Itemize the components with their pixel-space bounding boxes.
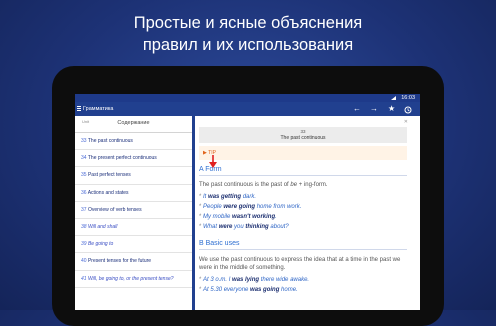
toc-list: 33 The past continuous 34 The present per… xyxy=(75,133,192,288)
toc-item-label: Overview of verb tenses xyxy=(87,206,142,213)
example-sentence: * At 5.30 everyone was going home. xyxy=(199,287,298,293)
toc-item[interactable]: 33 The past continuous xyxy=(75,133,192,151)
toc-item-label: The past continuous xyxy=(87,138,133,144)
toc-item-number: 38 xyxy=(81,223,87,230)
example-sentence: * My mobile wasn't working. xyxy=(199,214,277,220)
back-arrow-icon[interactable]: ← xyxy=(353,102,361,116)
unit-title: The past continuous xyxy=(280,135,326,141)
toc-item-number: 36 xyxy=(81,189,87,196)
toc-item-label: Will, be going to, or the present tense? xyxy=(87,275,174,282)
toc-item-label: Be going to xyxy=(87,241,114,248)
toc-item-label: Actions and states xyxy=(87,189,129,196)
use-line-1: We use the past continuous to express th… xyxy=(199,257,401,263)
app-title: Грамматика xyxy=(83,106,114,112)
form-rule: The past continuous is the past of be + … xyxy=(199,182,328,188)
promo-caption: Простые и ясные объяснения правил и их и… xyxy=(0,12,496,56)
close-icon[interactable]: ✕ xyxy=(404,119,408,125)
status-bar: 16:03 xyxy=(75,94,420,102)
app-screen: 16:03 Грамматика ← → ★ Unit Содержание 3… xyxy=(75,94,420,310)
app-bar: Грамматика ← → ★ xyxy=(75,102,420,116)
star-icon[interactable]: ★ xyxy=(388,102,395,116)
tip-box[interactable]: ▶ TIP xyxy=(199,146,407,160)
section-a-divider xyxy=(199,175,407,176)
example-sentence: * What were you thinking about? xyxy=(199,224,289,230)
toc-item-number: 39 xyxy=(81,241,87,248)
toc-item[interactable]: 38 Will and shall xyxy=(75,219,192,237)
section-b-heading: B Basic uses xyxy=(199,240,240,247)
toc-item-label: The present perfect continuous xyxy=(87,155,157,162)
unit-number: 33 xyxy=(300,129,306,134)
toc-item[interactable]: 40 Present tenses for the future xyxy=(75,253,192,271)
toc-item-label: Past perfect tenses xyxy=(87,172,131,179)
toc-item-number: 40 xyxy=(81,258,87,265)
menu-icon[interactable] xyxy=(77,106,81,112)
lesson-content: ✕ 33 The past continuous ▶ TIP A Form Th… xyxy=(195,116,420,310)
toc-item-number: 33 xyxy=(81,138,87,144)
toc-item[interactable]: 36 Actions and states xyxy=(75,185,192,202)
toc-item[interactable]: 41 Will, be going to, or the present ten… xyxy=(75,271,192,288)
red-arrow-icon xyxy=(209,155,217,168)
example-sentence: * It was getting dark. xyxy=(199,194,257,200)
toc-item-number: 34 xyxy=(81,155,87,162)
toc-item-number: 41 xyxy=(81,275,87,282)
toc-item-label: Will and shall xyxy=(87,223,118,230)
use-line-2: were in the middle of something. xyxy=(199,265,286,271)
promo-line-2: правил и их использования xyxy=(142,36,354,54)
status-time: 16:03 xyxy=(401,95,415,101)
toc-item-label: Present tenses for the future xyxy=(87,258,152,265)
toc-item[interactable]: 35 Past perfect tenses xyxy=(75,167,192,185)
example-sentence: * People were going home from work. xyxy=(199,204,302,210)
example-sentence: * At 3 o.m. I was lying there wide awake… xyxy=(199,277,310,283)
toc-item-number: 35 xyxy=(81,172,87,179)
forward-arrow-icon[interactable]: → xyxy=(370,102,378,116)
unit-header: 33 The past continuous xyxy=(199,127,407,143)
section-b-divider xyxy=(199,249,407,250)
promo-line-1: Простые и ясные объяснения xyxy=(133,14,363,32)
toc-item[interactable]: 34 The present perfect continuous xyxy=(75,150,192,168)
signal-icon xyxy=(391,96,396,100)
toc-item[interactable]: 37 Overview of verb tenses xyxy=(75,202,192,219)
table-of-contents: Unit Содержание 33 The past continuous 34… xyxy=(75,116,192,310)
toc-header: Unit Содержание xyxy=(75,116,192,133)
toc-title: Содержание xyxy=(117,120,150,126)
toc-item[interactable]: 39 Be going to xyxy=(75,236,192,254)
toc-item-number: 37 xyxy=(81,206,87,213)
